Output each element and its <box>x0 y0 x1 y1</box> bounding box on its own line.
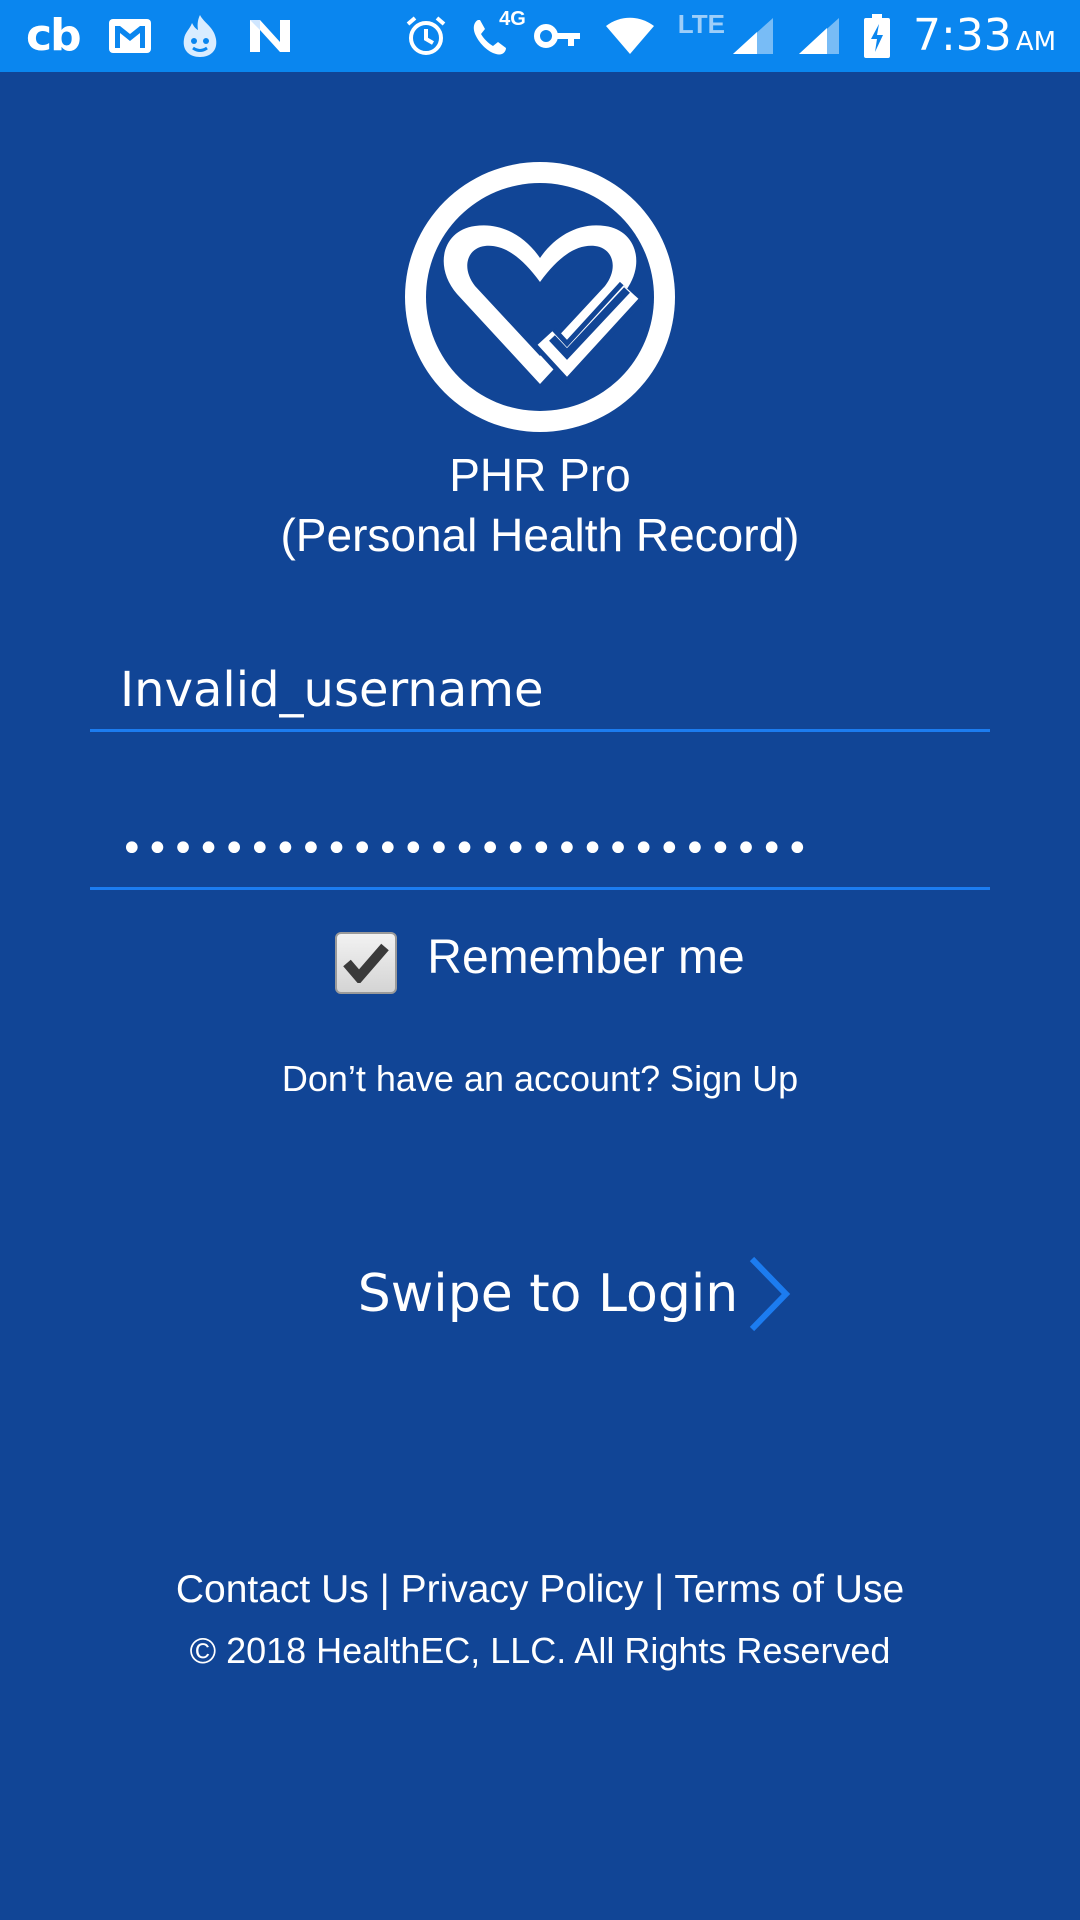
wifi-call-icon: 4G <box>470 8 526 58</box>
app-title: PHR Pro <box>449 449 631 501</box>
swipe-to-login-label: Swipe to Login <box>357 1264 739 1324</box>
chevron-right-icon <box>750 1256 791 1332</box>
signal-icon-2 <box>797 16 841 56</box>
alarm-icon <box>404 14 448 58</box>
privacy-policy-link[interactable]: Privacy Policy <box>401 1568 644 1611</box>
remember-me-row[interactable]: Remember me <box>0 930 1080 994</box>
call-network-label: 4G <box>499 8 526 30</box>
status-bar: cb 4G LTE 7:33 AM <box>0 0 1080 72</box>
vpn-key-icon <box>533 21 582 51</box>
clock: 7:33 AM <box>913 14 1056 58</box>
battery-charging-icon <box>863 14 891 58</box>
flame-face-icon <box>180 13 220 59</box>
remember-me-checkbox[interactable] <box>335 932 398 994</box>
password-input[interactable] <box>90 810 990 887</box>
notification-icons: cb <box>26 13 292 59</box>
clock-time: 7:33 <box>912 10 1012 61</box>
contact-us-link[interactable]: Contact Us <box>176 1568 369 1611</box>
clock-ampm: AM <box>1015 27 1056 57</box>
checkmark-icon <box>343 943 390 983</box>
wifi-icon <box>604 16 656 56</box>
system-icons: 4G LTE 7:33 AM <box>404 8 1056 58</box>
remember-me-label: Remember me <box>427 930 745 984</box>
signal-icon-1 <box>731 16 775 56</box>
terms-of-use-link[interactable]: Terms of Use <box>674 1568 904 1611</box>
app-subtitle: (Personal Health Record) <box>280 509 800 561</box>
username-field[interactable] <box>90 650 990 732</box>
swipe-to-login-button[interactable]: Swipe to Login <box>0 1255 1080 1333</box>
cb-icon: cb <box>26 10 82 61</box>
username-input[interactable] <box>90 650 990 729</box>
signup-link[interactable]: Don’t have an account? Sign Up <box>0 1058 1080 1100</box>
n-icon <box>248 16 292 56</box>
lte-label: LTE <box>677 8 725 39</box>
copyright-text: © 2018 HealthEC, LLC. All Rights Reserve… <box>189 1630 891 1671</box>
app-logo <box>405 162 675 432</box>
gmail-icon <box>108 18 152 54</box>
password-field[interactable] <box>90 810 990 890</box>
footer-links: Contact Us | Privacy Policy | Terms of U… <box>0 1568 1080 1612</box>
footer-separator: | <box>379 1568 401 1611</box>
footer-separator: | <box>654 1568 675 1611</box>
